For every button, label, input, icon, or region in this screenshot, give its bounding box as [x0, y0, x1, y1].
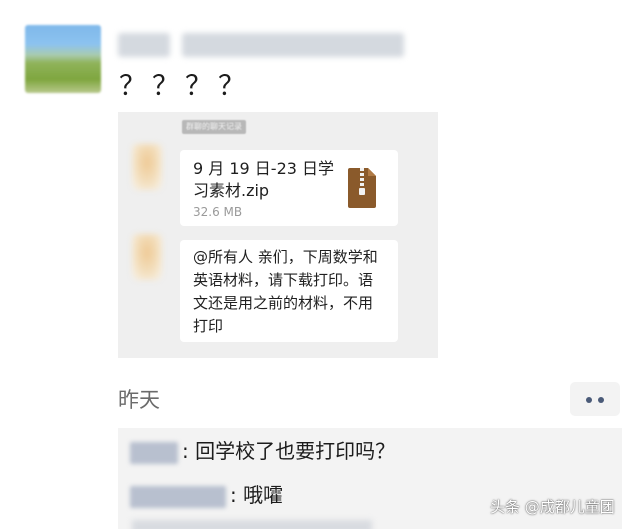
- more-dots-icon: [598, 397, 604, 403]
- poster-name-redacted: [118, 33, 170, 57]
- comment-row[interactable]: : 哦嚯: [130, 480, 283, 510]
- post-text: ？？？？: [119, 71, 251, 102]
- file-message[interactable]: 9 月 19 日-23 日学习素材.zip 32.6 MB: [180, 150, 398, 226]
- file-name: 9 月 19 日-23 日学习素材.zip: [193, 159, 335, 200]
- text-message[interactable]: @所有人 亲们，下周数学和英语材料，请下载打印。语文还是用之前的材料，不用打印: [180, 240, 398, 342]
- watermark: 头条 @成都儿童团: [490, 498, 615, 516]
- zip-archive-icon: [348, 168, 376, 208]
- poster-avatar[interactable]: [25, 25, 101, 93]
- file-size: 32.6 MB: [193, 205, 243, 219]
- comment-text: : 哦嚯: [230, 483, 284, 507]
- post-time: 昨天: [118, 388, 160, 412]
- comment-text: : 回学校了也要打印吗？: [182, 439, 396, 463]
- comment-row[interactable]: : 回学校了也要打印吗？: [130, 436, 395, 466]
- poster-name-redacted-2: [182, 33, 404, 57]
- message-text: @所有人 亲们，下周数学和英语材料，请下载打印。语文还是用之前的材料，不用打印: [193, 248, 378, 335]
- comment-row-redacted: [132, 520, 372, 529]
- more-button[interactable]: [570, 382, 620, 416]
- sender-avatar: [132, 144, 162, 190]
- commenter-name-redacted[interactable]: [130, 485, 226, 508]
- commenter-name-redacted[interactable]: [130, 441, 178, 464]
- more-dots-icon: [586, 397, 592, 403]
- forward-tag: 群聊的聊天记录: [182, 120, 246, 134]
- forwarded-chat-card[interactable]: 群聊的聊天记录 9 月 19 日-23 日学习素材.zip 32.6 MB @所…: [118, 112, 438, 358]
- sender-avatar: [132, 234, 162, 280]
